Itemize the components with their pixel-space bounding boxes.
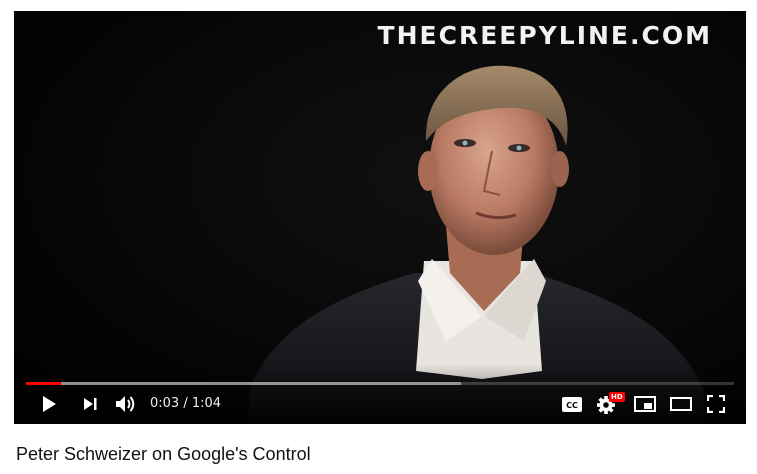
- captions-button[interactable]: CC: [560, 391, 584, 417]
- play-button[interactable]: [36, 391, 62, 417]
- fullscreen-button[interactable]: [704, 391, 728, 417]
- time-display: 0:03 / 1:04: [150, 396, 222, 411]
- theater-mode-icon: [670, 397, 692, 411]
- miniplayer-icon: [634, 396, 656, 412]
- volume-icon: [116, 396, 135, 412]
- progress-bar[interactable]: [26, 382, 734, 385]
- progress-played: [26, 382, 62, 385]
- settings-button[interactable]: HD: [595, 391, 625, 417]
- theater-mode-button[interactable]: [668, 391, 694, 417]
- fullscreen-icon: [707, 395, 725, 413]
- channel-watermark: THECREEPYLINE.COM: [377, 21, 712, 50]
- progress-loaded: [26, 382, 462, 385]
- svg-text:CC: CC: [566, 401, 578, 410]
- video-player[interactable]: THECREEPYLINE.COM 0:03 / 1:04 CC HD: [14, 11, 746, 424]
- hd-badge: HD: [609, 392, 625, 402]
- next-button[interactable]: [78, 391, 102, 417]
- volume-button[interactable]: [113, 391, 139, 417]
- video-title[interactable]: Peter Schweizer on Google's Control: [16, 444, 311, 465]
- miniplayer-button[interactable]: [632, 391, 658, 417]
- captions-icon: CC: [562, 396, 582, 412]
- play-icon: [43, 396, 56, 412]
- next-icon: [84, 398, 97, 410]
- video-frame[interactable]: [14, 11, 746, 424]
